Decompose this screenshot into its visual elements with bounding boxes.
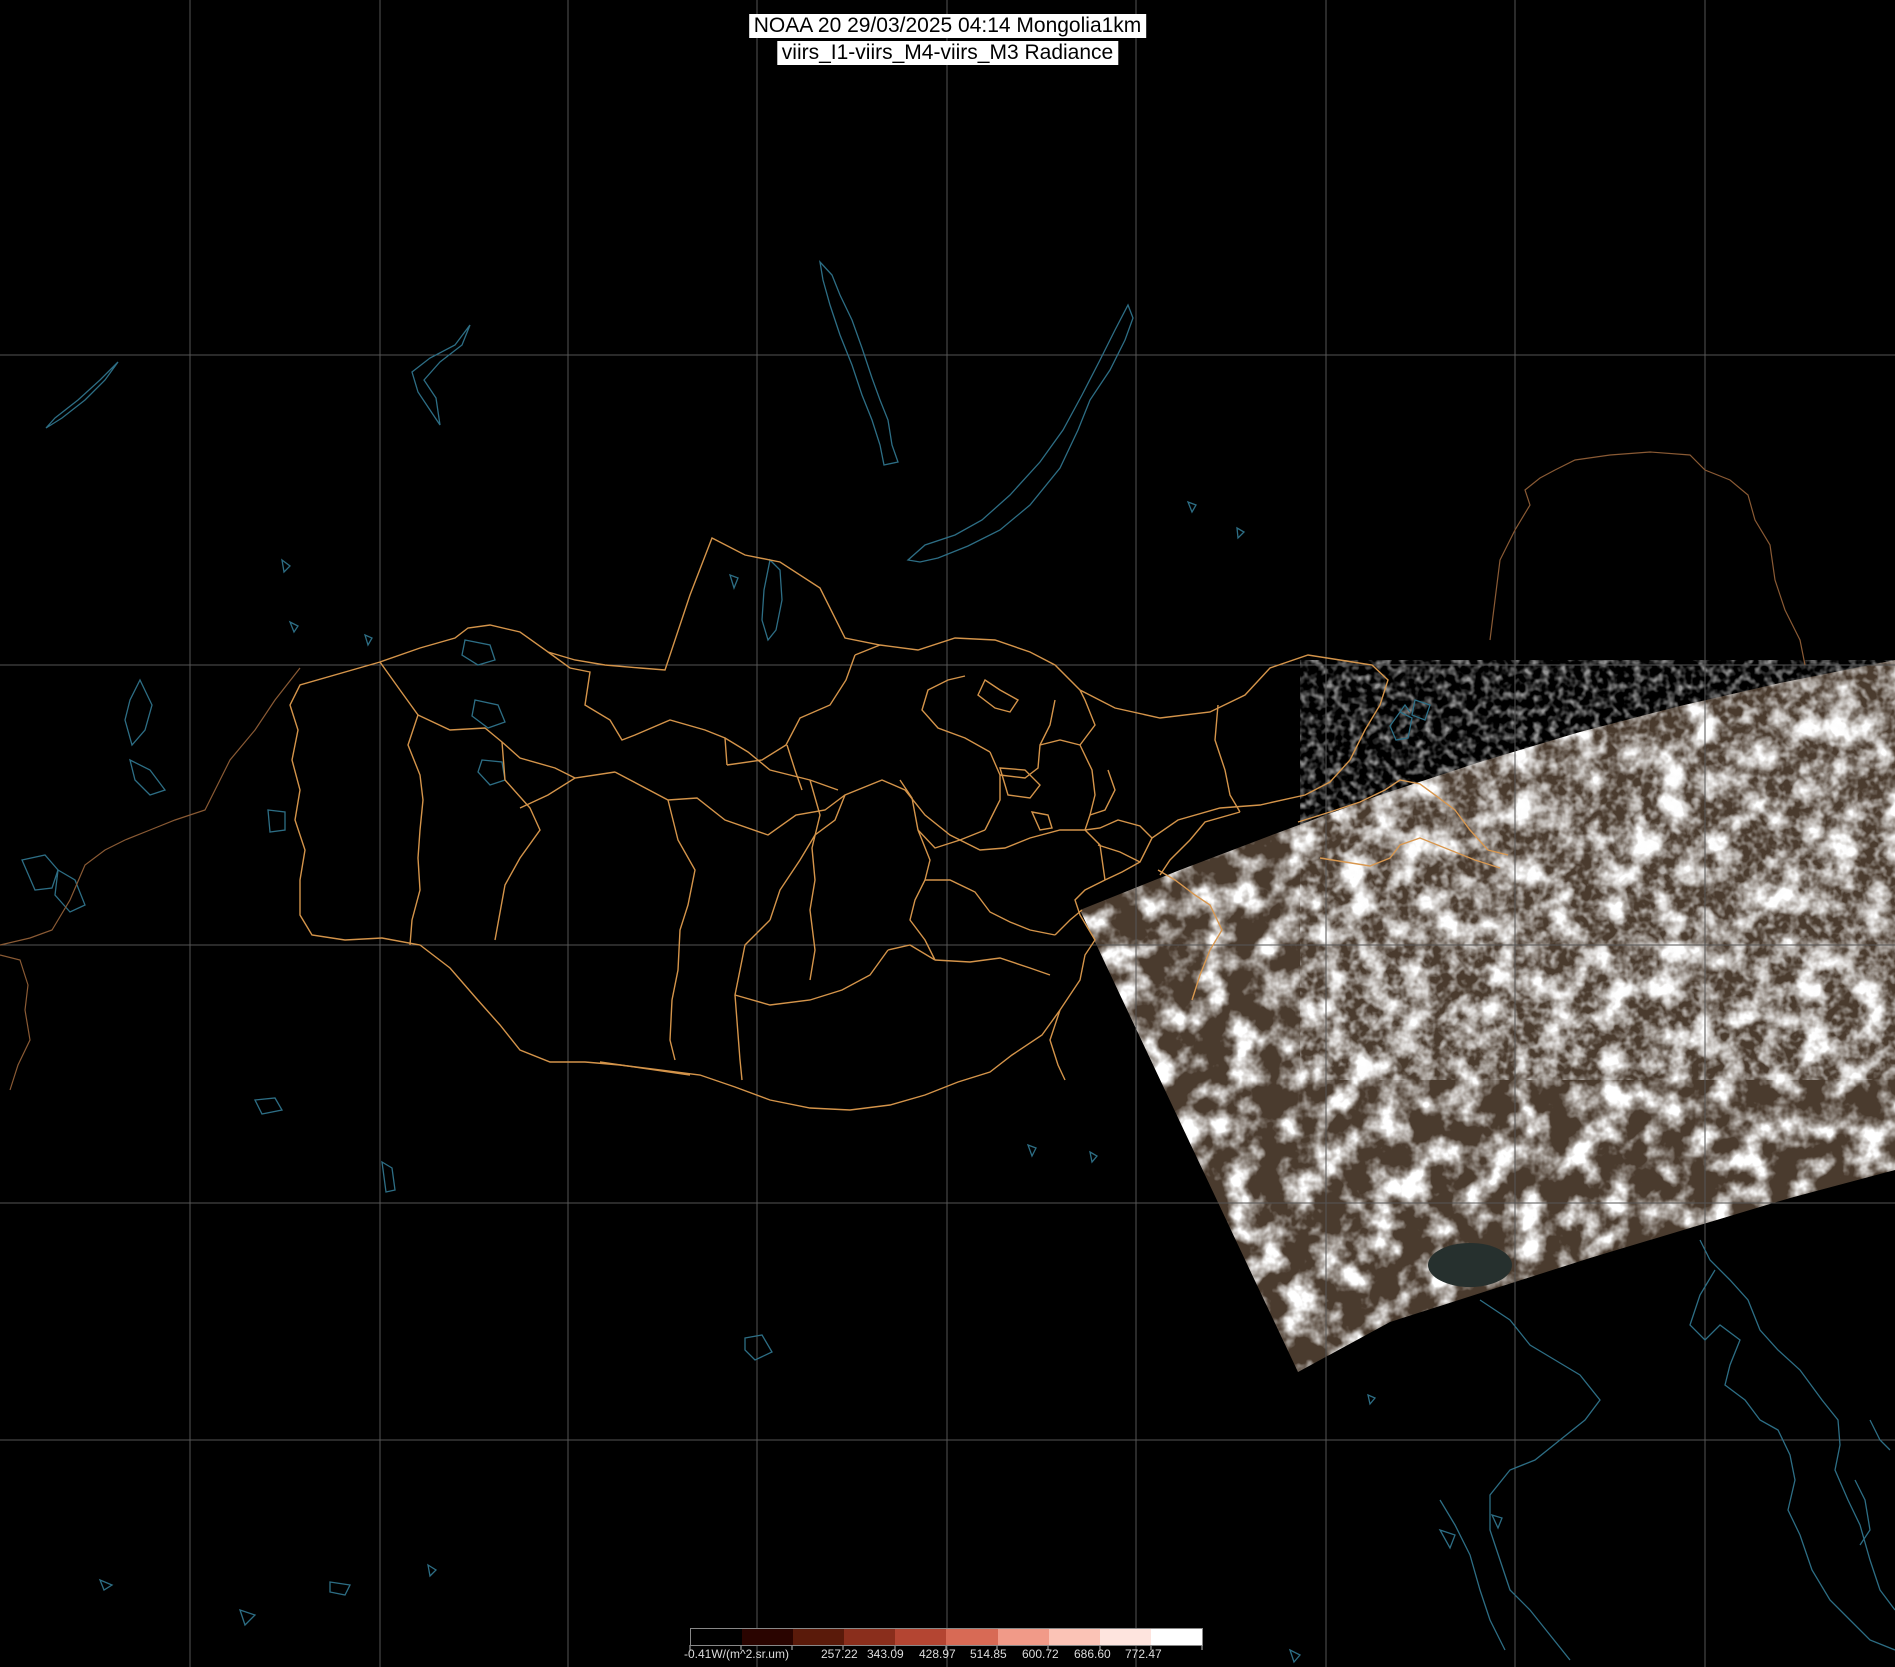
map-title-line-1: NOAA 20 29/03/2025 04:14 Mongolia1km xyxy=(748,14,1147,38)
colorbar-swatch xyxy=(895,1629,947,1645)
colorbar-swatch xyxy=(1150,1629,1202,1645)
map-title-line-2: viirs_I1-viirs_M4-viirs_M3 Radiance xyxy=(776,41,1119,65)
colorbar-label: 343.09 xyxy=(867,1647,904,1661)
colorbar-label: 257.22 xyxy=(821,1647,858,1661)
colorbar-swatch xyxy=(793,1629,845,1645)
colorbar-label: -0.41W/(m^2.sr.um) xyxy=(684,1647,789,1661)
colorbar-label: 686.60 xyxy=(1074,1647,1111,1661)
colorbar-label: 772.47 xyxy=(1125,1647,1162,1661)
colorbar-swatch xyxy=(691,1629,743,1645)
colorbar-swatch xyxy=(844,1629,896,1645)
colorbar-swatch xyxy=(997,1629,1049,1645)
colorbar-label: 428.97 xyxy=(919,1647,956,1661)
bohai-sea xyxy=(1428,1243,1512,1287)
satellite-map xyxy=(0,0,1895,1667)
colorbar-label: 600.72 xyxy=(1022,1647,1059,1661)
colorbar-swatch xyxy=(1099,1629,1151,1645)
colorbar-swatch xyxy=(1048,1629,1100,1645)
colorbar-swatch xyxy=(946,1629,998,1645)
colorbar-label: 514.85 xyxy=(970,1647,1007,1661)
colorbar-labels: -0.41W/(m^2.sr.um) 257.22 343.09 428.97 514.… xyxy=(684,1647,1224,1663)
colorbar-legend xyxy=(690,1628,1203,1646)
colorbar-swatch xyxy=(742,1629,794,1645)
